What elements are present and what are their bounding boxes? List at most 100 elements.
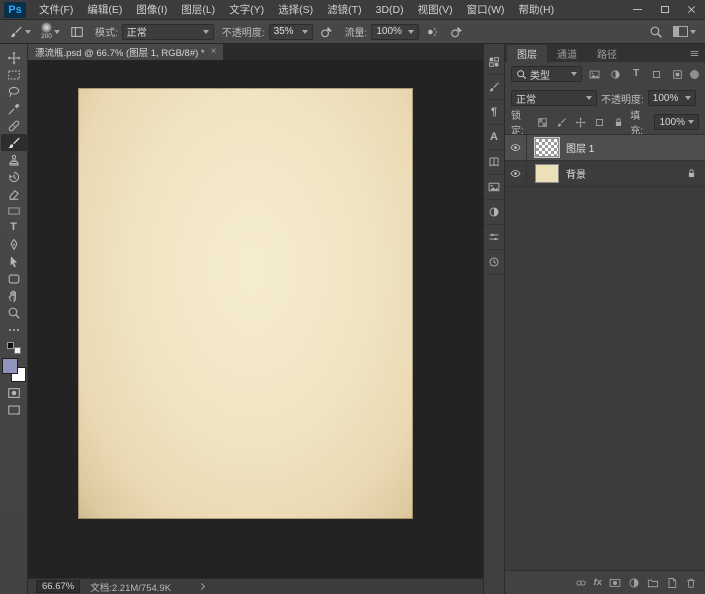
blend-mode-select[interactable]: 正常 <box>121 23 214 40</box>
menu-help[interactable]: 帮助(H) <box>512 0 562 20</box>
screen-mode-button[interactable] <box>1 401 27 418</box>
tool-history-brush[interactable] <box>1 168 27 185</box>
pixel-layer-filter-icon[interactable] <box>586 66 603 82</box>
canvas-document[interactable] <box>78 88 413 519</box>
menu-layer[interactable]: 图层(L) <box>174 0 222 20</box>
layer-opacity-input[interactable]: 100% <box>647 90 696 106</box>
airbrush-button[interactable] <box>423 22 443 42</box>
tool-hand[interactable] <box>1 287 27 304</box>
menu-file[interactable]: 文件(F) <box>32 0 80 20</box>
link-layers-button[interactable] <box>575 577 587 589</box>
brush-preset-picker[interactable]: 200 <box>38 22 63 42</box>
quick-mask-button[interactable] <box>1 384 27 401</box>
edit-toolbar-button[interactable] <box>1 321 27 338</box>
layer-row-background[interactable]: 背景 <box>505 161 705 187</box>
tool-clone-stamp[interactable] <box>1 151 27 168</box>
tool-pen[interactable] <box>1 236 27 253</box>
tool-gradient[interactable] <box>1 202 27 219</box>
layer-name[interactable]: 背景 <box>566 166 586 181</box>
tab-close-icon[interactable]: × <box>211 47 217 57</box>
menu-window[interactable]: 窗口(W) <box>460 0 512 20</box>
tab-paths[interactable]: 路径 <box>587 45 627 62</box>
new-adjustment-layer-button[interactable] <box>628 577 640 589</box>
tool-eraser[interactable] <box>1 185 27 202</box>
layer-style-button[interactable]: fx <box>594 578 602 588</box>
lock-transparent-pixels-icon[interactable] <box>535 114 550 130</box>
menu-select[interactable]: 选择(S) <box>271 0 320 20</box>
filter-type-select[interactable]: 类型 <box>511 66 583 82</box>
tool-zoom[interactable] <box>1 304 27 321</box>
add-layer-mask-button[interactable] <box>609 577 621 589</box>
adjustment-layer-filter-icon[interactable] <box>607 66 624 82</box>
workspace-switcher[interactable] <box>670 22 699 42</box>
shape-layer-filter-icon[interactable] <box>649 66 666 82</box>
layer-row-layer1[interactable]: 图层 1 <box>505 135 705 161</box>
type-layer-filter-icon[interactable]: T <box>628 66 645 82</box>
layer-blend-mode-value: 正常 <box>516 94 536 106</box>
layer-thumbnail[interactable] <box>534 137 560 158</box>
tool-spot-healing-brush[interactable] <box>1 117 27 134</box>
lock-artboard-icon[interactable] <box>592 114 607 130</box>
menu-3d[interactable]: 3D(D) <box>369 0 411 20</box>
menu-edit[interactable]: 编辑(E) <box>80 0 129 20</box>
close-button[interactable] <box>678 0 705 20</box>
lock-image-pixels-icon[interactable] <box>554 114 569 130</box>
clone-source-panel-icon[interactable] <box>484 175 504 200</box>
tool-brush[interactable] <box>0 134 27 151</box>
tool-lasso[interactable] <box>1 83 27 100</box>
visibility-toggle[interactable] <box>505 135 527 160</box>
layer-thumbnail[interactable] <box>535 164 559 183</box>
styles-panel-icon[interactable] <box>484 50 504 75</box>
minimize-button[interactable] <box>624 0 651 20</box>
tool-rectangular-marquee[interactable] <box>1 66 27 83</box>
foreground-color-swatch[interactable] <box>1 358 18 374</box>
tool-shape[interactable] <box>1 270 27 287</box>
canvas-pasteboard[interactable] <box>28 60 483 578</box>
visibility-toggle[interactable] <box>505 161 527 186</box>
default-colors-icon[interactable] <box>6 342 21 354</box>
new-group-button[interactable] <box>647 577 659 589</box>
menu-type[interactable]: 文字(Y) <box>222 0 271 20</box>
search-button[interactable] <box>646 22 666 42</box>
brush-settings-panel-icon[interactable] <box>484 75 504 100</box>
menu-view[interactable]: 视图(V) <box>411 0 460 20</box>
history-panel-icon[interactable] <box>484 250 504 275</box>
paragraph-panel-icon[interactable]: ¶ <box>484 100 504 125</box>
status-flyout-chevron-icon[interactable] <box>197 582 206 591</box>
layer-blend-mode-select[interactable]: 正常 <box>511 90 597 106</box>
libraries-panel-icon[interactable] <box>484 150 504 175</box>
lock-position-icon[interactable] <box>573 114 588 130</box>
tool-move[interactable] <box>1 49 27 66</box>
menu-image[interactable]: 图像(I) <box>129 0 174 20</box>
tool-path-selection[interactable] <box>1 253 27 270</box>
menu-filter[interactable]: 滤镜(T) <box>320 0 368 20</box>
filter-toggle-icon[interactable] <box>690 69 699 79</box>
fill-input[interactable]: 100% <box>654 114 700 130</box>
opacity-input[interactable]: 35% <box>268 23 313 40</box>
workspace: T 漂流瓶.psd @ 66.7% (图层 1, RGB/8#) * × 66.… <box>0 44 705 594</box>
background-lock-icon[interactable] <box>686 168 697 179</box>
tool-preset-picker[interactable] <box>6 22 34 42</box>
new-layer-button[interactable] <box>666 577 678 589</box>
document-tab[interactable]: 漂流瓶.psd @ 66.7% (图层 1, RGB/8#) * × <box>28 44 224 60</box>
pressure-size-button[interactable] <box>447 22 467 42</box>
panel-menu-button[interactable] <box>689 45 700 62</box>
flow-input[interactable]: 100% <box>371 23 420 40</box>
pressure-opacity-button[interactable] <box>317 22 337 42</box>
adjustments-panel-icon[interactable] <box>484 200 504 225</box>
tab-channels[interactable]: 通道 <box>547 45 587 62</box>
type-tool-icon: T <box>10 221 17 233</box>
maximize-button[interactable] <box>651 0 678 20</box>
lock-all-icon[interactable] <box>611 114 626 130</box>
character-panel-icon[interactable]: A <box>484 125 504 150</box>
smart-object-filter-icon[interactable] <box>669 66 686 82</box>
layer-name[interactable]: 图层 1 <box>566 140 594 155</box>
tab-layers[interactable]: 图层 <box>507 45 547 62</box>
chevron-down-icon <box>690 29 696 34</box>
tool-type[interactable]: T <box>1 219 27 236</box>
zoom-level-input[interactable]: 66.67% <box>36 580 81 593</box>
tool-eyedropper[interactable] <box>1 100 27 117</box>
properties-panel-icon[interactable] <box>484 225 504 250</box>
toggle-brush-panel-button[interactable] <box>67 22 87 42</box>
delete-layer-button[interactable] <box>685 577 697 589</box>
